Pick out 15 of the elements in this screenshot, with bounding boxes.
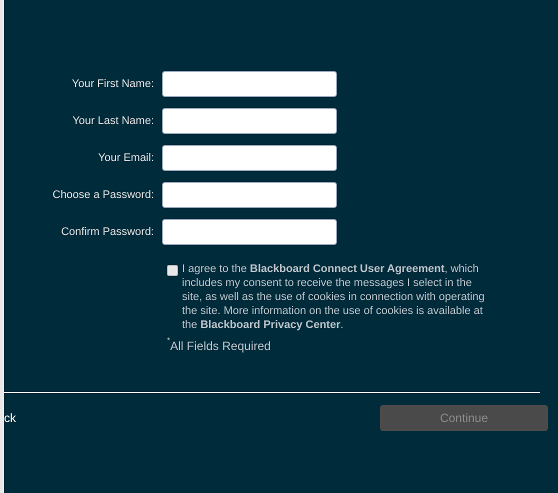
field-label: Your First Name: bbox=[70, 76, 155, 92]
input-field[interactable] bbox=[162, 108, 337, 134]
input-field[interactable] bbox=[162, 71, 337, 97]
input-field[interactable] bbox=[162, 219, 337, 245]
input-field[interactable] bbox=[162, 182, 337, 208]
field-label: Confirm Password: bbox=[60, 224, 155, 240]
required-note: All Fields Required bbox=[170, 338, 271, 355]
back-link[interactable]: ck bbox=[4, 409, 16, 427]
agreement-checkbox[interactable] bbox=[167, 265, 178, 276]
field-label: Your Email: bbox=[97, 150, 155, 166]
agreement-text: I agree to the Blackboard Connect User Agreement, which includes my consent to receive the messages I select in the site, as well as the use of cookies in connection with operating the site. More information on the use of cookies is available at the Blackboard Privacy Center. bbox=[182, 262, 486, 332]
input-field[interactable] bbox=[162, 145, 337, 171]
field-label: Your Last Name: bbox=[71, 114, 155, 129]
field-label: Choose a Password: bbox=[52, 188, 155, 203]
required-mark: * bbox=[167, 337, 170, 345]
